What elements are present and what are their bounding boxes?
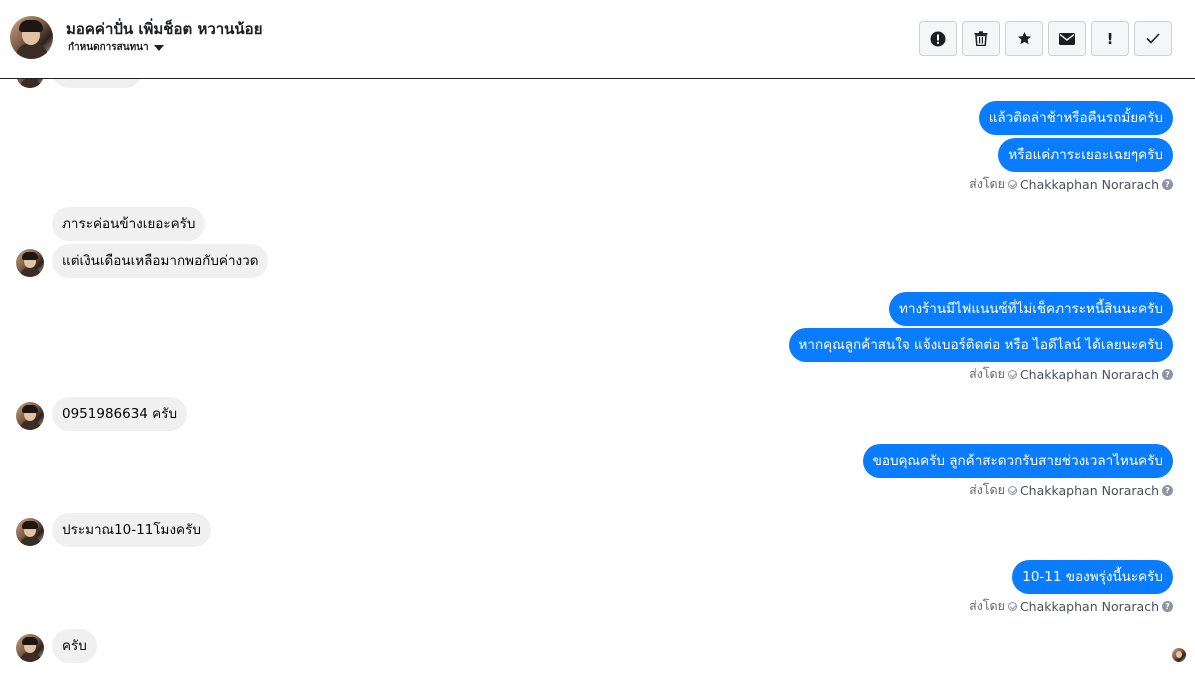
sent-by-info: ส่งโดย Chakkaphan Norarach ? [969,598,1173,614]
star-icon [1017,31,1031,45]
contact-message-avatar [16,518,44,546]
sent-by-label: ส่งโดย [969,176,1005,191]
outgoing-message-bubble[interactable]: ขอบคุณครับ ลูกค้าสะดวกรับสายช่วงเวลาไหนค… [862,444,1173,478]
incoming-message-bubble[interactable]: 0951986634 ครับ [52,397,188,431]
outgoing-message-bubble[interactable]: หากคุณลูกค้าสนใจ แจ้งเบอร์ติดต่อ หรือ ไอ… [788,328,1173,362]
mark-unread-button[interactable] [1048,21,1086,56]
sender-name[interactable]: Chakkaphan Norarach [1020,367,1159,382]
caret-down-icon [153,44,164,51]
conversation-status-label: กำหนดการสนทนา [68,42,149,53]
sent-by-label: ส่งโดย [969,366,1005,381]
mark-done-button[interactable] [1134,21,1172,56]
help-icon[interactable]: ? [1162,484,1173,496]
sent-by-info: ส่งโดย Chakkaphan Norarach ? [969,366,1173,382]
contact-message-avatar [16,249,44,277]
envelope-icon [1059,32,1075,45]
check-circle-icon [1007,485,1017,495]
help-icon[interactable]: ? [1162,368,1173,380]
contact-avatar[interactable] [10,16,53,59]
delete-button[interactable] [962,21,1000,56]
help-icon[interactable]: ? [1162,600,1173,612]
conversation-status-dropdown[interactable]: กำหนดการสนทนา [68,40,164,55]
outgoing-message-bubble[interactable]: แล้วติดล่าช้าหรือคืนรถมั้ยครับ [978,101,1173,135]
star-button[interactable] [1005,21,1043,56]
check-circle-icon [1007,369,1017,379]
seen-indicator-avatar [1172,648,1186,662]
incoming-message-bubble[interactable]: ครับ [52,629,97,663]
sender-name[interactable]: Chakkaphan Norarach [1020,177,1159,192]
help-icon[interactable]: ? [1162,178,1173,190]
outgoing-message-bubble[interactable]: ทางร้านมีไฟแนนซ์ที่ไม่เช็คภาระหนี้สินนะค… [888,292,1173,326]
alert-circle-icon [930,31,946,46]
trash-icon [974,31,988,46]
incoming-message-bubble[interactable]: ประมาณ10-11โมงครับ [52,513,211,547]
contact-message-avatar [16,402,44,430]
exclamation-icon: ! [1106,29,1114,48]
outgoing-message-bubble[interactable]: หรือแค่ภาระเยอะเฉยๆครับ [998,138,1173,172]
sent-by-label: ส่งโดย [969,598,1005,613]
check-icon [1146,33,1160,44]
contact-message-avatar [16,634,44,662]
outgoing-message-bubble[interactable]: 10-11 ของพรุ่งนี้นะครับ [1012,560,1173,594]
sent-by-info: ส่งโดย Chakkaphan Norarach ? [969,482,1173,498]
sender-name[interactable]: Chakkaphan Norarach [1020,599,1159,614]
follow-up-button[interactable]: ! [1091,21,1129,56]
contact-name[interactable]: มอคค่าปั่น เพิ่มช็อต หวานน้อย [66,17,262,41]
sender-name[interactable]: Chakkaphan Norarach [1020,483,1159,498]
check-circle-icon [1007,601,1017,611]
incoming-message-bubble[interactable]: แต่เงินเดือนเหลือมากพอกับค่างวด [52,244,269,278]
sent-by-label: ส่งโดย [969,482,1005,497]
conversation-toolbar: ! [919,21,1172,56]
sent-by-info: ส่งโดย Chakkaphan Norarach ? [969,176,1173,192]
conversation-header: มอคค่าปั่น เพิ่มช็อต หวานน้อย กำหนดการสน… [0,0,1195,79]
check-circle-icon [1007,179,1017,189]
incoming-message-bubble[interactable]: ภาระค่อนข้างเยอะครับ [52,207,206,241]
mark-spam-button[interactable] [919,21,957,56]
